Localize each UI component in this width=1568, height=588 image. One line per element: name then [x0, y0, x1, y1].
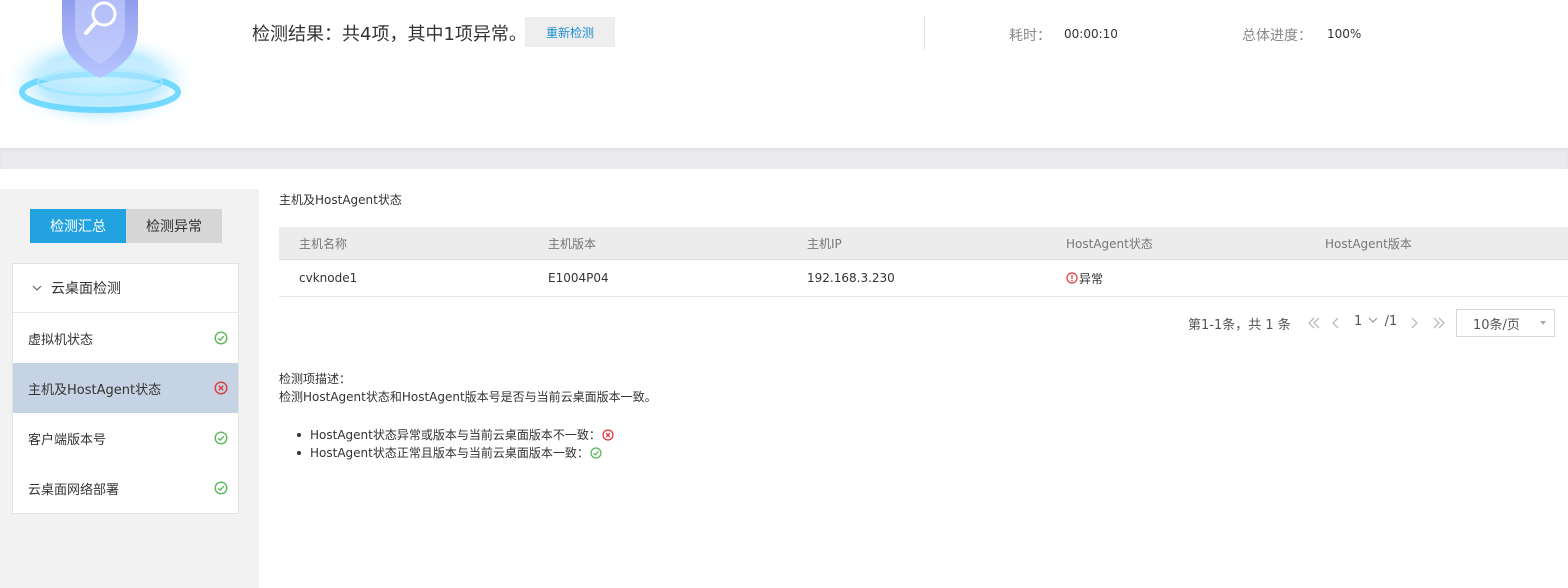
header-divider [924, 16, 925, 50]
error-circle-icon [602, 429, 614, 441]
check-circle-icon [214, 481, 228, 495]
description-title: 检测项描述： [279, 372, 352, 386]
check-description: 检测项描述： 检测HostAgent状态和HostAgent版本号是否与当前云桌… [279, 370, 657, 460]
cell-host-version: E1004P04 [548, 271, 609, 285]
check-result-summary: 检测结果：共4项，其中1项异常。 [252, 24, 527, 45]
cell-host-ip: 192.168.3.230 [807, 271, 895, 285]
page-indicator[interactable]: 1 /1 [1354, 314, 1397, 329]
host-agent-table: 主机名称 主机版本 主机IP HostAgent状态 HostAgent版本 c… [279, 227, 1568, 297]
menu-item-label: 云桌面网络部署 [28, 482, 120, 498]
menu-item-client-version[interactable]: 客户端版本号 [13, 413, 238, 463]
pagination-summary: 第1-1条，共 1 条 [1188, 318, 1291, 333]
menu-item-label: 主机及HostAgent状态 [28, 382, 162, 398]
column-header-agent-version: HostAgent版本 [1325, 236, 1412, 251]
menu-item-vm-status[interactable]: 虚拟机状态 [13, 313, 238, 363]
column-header-host-ip: 主机IP [807, 236, 842, 251]
next-page-icon[interactable] [1406, 314, 1422, 332]
check-circle-icon [214, 331, 228, 345]
chevron-down-icon [32, 285, 42, 291]
overall-progress-value: 100% [1327, 27, 1362, 41]
elapsed-time-value: 00:00:10 [1064, 27, 1118, 41]
current-page: 1 [1354, 314, 1363, 329]
column-header-agent-status: HostAgent状态 [1066, 236, 1153, 251]
section-title: 主机及HostAgent状态 [279, 193, 402, 207]
menu-item-label: 客户端版本号 [28, 432, 107, 448]
menu-group-label: 云桌面检测 [51, 281, 121, 297]
tab-check-errors[interactable]: 检测异常 [126, 209, 222, 243]
caret-down-icon [1540, 321, 1546, 325]
recheck-button[interactable]: 重新检测 [525, 17, 615, 47]
table-header: 主机名称 主机版本 主机IP HostAgent状态 HostAgent版本 [279, 227, 1568, 260]
list-item: HostAgent状态正常且版本与当前云桌面版本一致： [297, 444, 717, 462]
description-text: 检测HostAgent状态和HostAgent版本号是否与当前云桌面版本一致。 [279, 390, 657, 404]
last-page-icon[interactable] [1431, 314, 1447, 332]
shield-scan-illustration [0, 0, 210, 130]
tab-check-summary[interactable]: 检测汇总 [30, 209, 126, 243]
column-header-host-version: 主机版本 [548, 236, 597, 251]
page-size-select[interactable]: 10条/页 [1456, 309, 1555, 337]
chevron-down-icon [1368, 317, 1378, 323]
table-row[interactable]: cvknode1 E1004P04 192.168.3.230 异常 [279, 260, 1568, 297]
menu-item-host-agent-status[interactable]: 主机及HostAgent状态 [13, 363, 238, 413]
menu-item-label: 虚拟机状态 [28, 332, 94, 348]
cell-host-name: cvknode1 [299, 271, 358, 285]
elapsed-time-label: 耗时： [1009, 28, 1051, 44]
check-circle-icon [590, 447, 602, 459]
sidebar: 检测汇总 检测异常 云桌面检测 虚拟机状态 主机及HostAgent状态 客户端… [0, 189, 259, 588]
page-size-value: 10条/页 [1473, 317, 1520, 333]
overall-progress-label: 总体进度： [1242, 28, 1312, 44]
check-result-header: 检测结果：共4项，其中1项异常。 重新检测 耗时： 00:00:10 总体进度：… [0, 0, 1568, 148]
list-item: HostAgent状态异常或版本与当前云桌面版本不一致： [297, 426, 717, 444]
check-item-menu: 云桌面检测 虚拟机状态 主机及HostAgent状态 客户端版本号 云桌面网络部… [12, 263, 239, 514]
rule-text: HostAgent状态正常且版本与当前云桌面版本一致： [310, 446, 589, 460]
column-header-host-name: 主机名称 [299, 236, 348, 251]
error-circle-icon [214, 381, 228, 395]
total-pages: /1 [1384, 314, 1398, 329]
menu-item-network-deployment[interactable]: 云桌面网络部署 [13, 463, 238, 513]
header-separator-band [0, 148, 1568, 169]
menu-group-cloud-desktop[interactable]: 云桌面检测 [13, 264, 238, 313]
first-page-icon[interactable] [1306, 314, 1322, 332]
cell-agent-status: 异常 [1066, 260, 1103, 296]
check-circle-icon [214, 431, 228, 445]
prev-page-icon[interactable] [1328, 314, 1344, 332]
description-rules: HostAgent状态异常或版本与当前云桌面版本不一致： HostAgent状态… [297, 426, 717, 462]
agent-status-text: 异常 [1079, 271, 1104, 286]
warning-circle-icon [1066, 272, 1078, 284]
rule-text: HostAgent状态异常或版本与当前云桌面版本不一致： [310, 428, 601, 442]
